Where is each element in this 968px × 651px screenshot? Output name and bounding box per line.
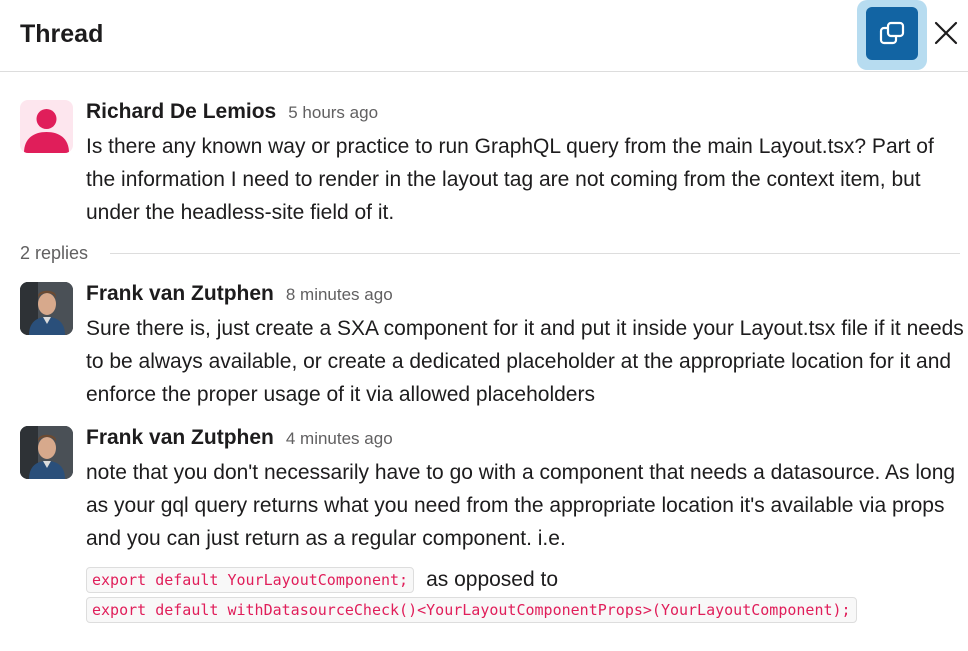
timestamp[interactable]: 5 hours ago <box>288 103 378 123</box>
popout-button-inner[interactable] <box>866 7 918 60</box>
message-text: Sure there is, just create a SXA compone… <box>86 317 964 406</box>
code-line: export default YourLayoutComponent; as o… <box>86 567 966 593</box>
author-name[interactable]: Richard De Lemios <box>86 100 276 124</box>
timestamp[interactable]: 8 minutes ago <box>286 285 393 305</box>
popout-button[interactable] <box>857 0 927 70</box>
message-header: Richard De Lemios 5 hours ago <box>86 100 966 128</box>
replies-divider: 2 replies <box>20 240 960 268</box>
replies-count: 2 replies <box>20 243 105 264</box>
inline-text: as opposed to <box>426 568 559 591</box>
thread-header: Thread <box>0 0 968 72</box>
thread-title: Thread <box>20 20 104 48</box>
timestamp[interactable]: 4 minutes ago <box>286 429 393 449</box>
author-name[interactable]: Frank van Zutphen <box>86 282 274 306</box>
user-photo-avatar <box>20 282 73 335</box>
message-body: Frank van Zutphen 4 minutes ago note tha… <box>86 426 966 623</box>
reply-message: Frank van Zutphen 8 minutes ago Sure the… <box>20 282 965 412</box>
code-line: export default withDatasourceCheck()<You… <box>86 597 966 623</box>
inline-code: export default withDatasourceCheck()<You… <box>86 597 857 623</box>
message-body: Richard De Lemios 5 hours ago Is there a… <box>86 100 966 229</box>
author-name[interactable]: Frank van Zutphen <box>86 426 274 450</box>
avatar[interactable] <box>20 100 73 153</box>
popout-window-icon <box>879 21 905 44</box>
avatar[interactable] <box>20 426 73 479</box>
close-icon <box>934 21 958 45</box>
close-button[interactable] <box>930 17 962 49</box>
avatar[interactable] <box>20 282 73 335</box>
message-text: Is there any known way or practice to ru… <box>86 135 934 224</box>
inline-code: export default YourLayoutComponent; <box>86 567 415 593</box>
reply-message: Frank van Zutphen 4 minutes ago note tha… <box>20 426 965 636</box>
message-body: Frank van Zutphen 8 minutes ago Sure the… <box>86 282 966 411</box>
default-user-avatar-icon <box>24 109 69 153</box>
message-header: Frank van Zutphen 4 minutes ago <box>86 426 966 454</box>
divider-line <box>110 253 960 254</box>
message-text: note that you don't necessarily have to … <box>86 461 956 550</box>
user-photo-avatar <box>20 426 73 479</box>
message-header: Frank van Zutphen 8 minutes ago <box>86 282 966 310</box>
parent-message: Richard De Lemios 5 hours ago Is there a… <box>20 100 965 230</box>
